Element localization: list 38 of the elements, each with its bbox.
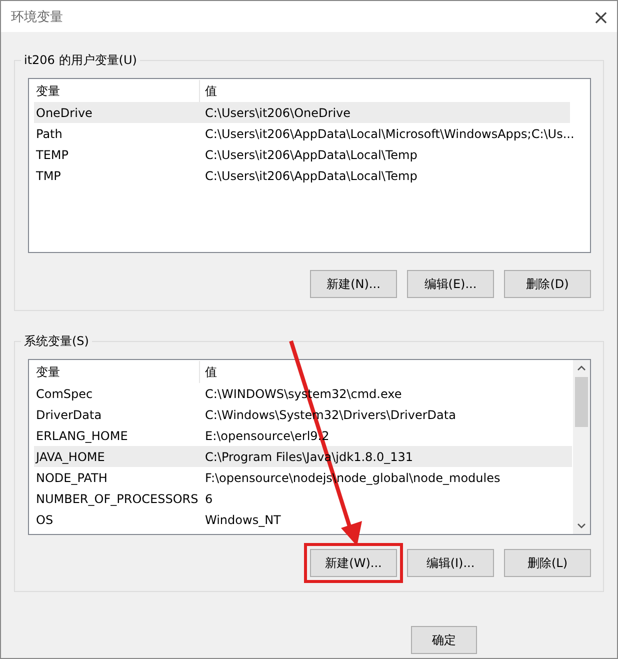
list-row[interactable]: OS Windows_NT	[34, 509, 572, 530]
variable-value: Windows_NT	[204, 512, 282, 526]
dialog-button[interactable]: 删除(L)	[504, 549, 591, 577]
variable-name: OneDrive	[35, 106, 94, 120]
variable-value: 6	[204, 492, 214, 506]
close-button[interactable]: ×	[585, 2, 617, 30]
list-row[interactable]: TMP C:\Users\it206\AppData\Local\Temp	[34, 165, 570, 186]
variable-name: NODE_PATH	[35, 470, 108, 484]
dialog-button[interactable]: 新建(W)...	[304, 543, 403, 583]
variable-name: ERLANG_HOME	[35, 428, 129, 442]
variable-name: Path	[35, 126, 64, 140]
variable-name: OS	[35, 512, 54, 526]
variable-value: C:\Users\it206\OneDrive	[204, 106, 352, 120]
scrollbar-thumb[interactable]	[575, 377, 588, 427]
variable-value: C:\Users\it206\AppData\Local\Microsoft\WindowsApps;C:\Us...	[204, 126, 574, 140]
dialog-button[interactable]: 编辑(I)...	[407, 549, 494, 577]
variable-name: NUMBER_OF_PROCESSORS	[35, 492, 199, 506]
column-header[interactable]: 值	[199, 361, 572, 383]
group-label: 系统变量(S)	[21, 333, 92, 350]
dialog-button[interactable]: 新建(N)...	[310, 270, 397, 298]
window-title: 环境变量	[10, 8, 63, 26]
variable-name: TMP	[35, 168, 62, 182]
variable-value: C:\Users\it206\AppData\Local\Temp	[204, 148, 418, 162]
dialog-button[interactable]: 删除(D)	[504, 270, 591, 298]
variable-name: TEMP	[35, 148, 70, 162]
variable-name: DriverData	[35, 408, 103, 422]
column-header[interactable]: 变量	[34, 361, 199, 383]
ok-button[interactable]: 确定	[411, 626, 477, 654]
list-row[interactable]: OneDrive C:\Users\it206\OneDrive	[34, 102, 570, 123]
variable-name: ComSpec	[35, 386, 94, 400]
group-label: it206 的用户变量(U)	[21, 52, 140, 69]
list-row[interactable]: NUMBER_OF_PROCESSORS 6	[34, 488, 572, 509]
scrollbar[interactable]	[573, 360, 590, 534]
variable-name: JAVA_HOME	[34, 450, 106, 464]
list-row[interactable]: TEMP C:\Users\it206\AppData\Local\Temp	[34, 144, 570, 165]
variable-value: C:\Users\it206\AppData\Local\Temp	[204, 168, 418, 182]
column-header[interactable]: 变量	[34, 80, 199, 102]
dialog-button[interactable]: 编辑(E)...	[407, 270, 494, 298]
